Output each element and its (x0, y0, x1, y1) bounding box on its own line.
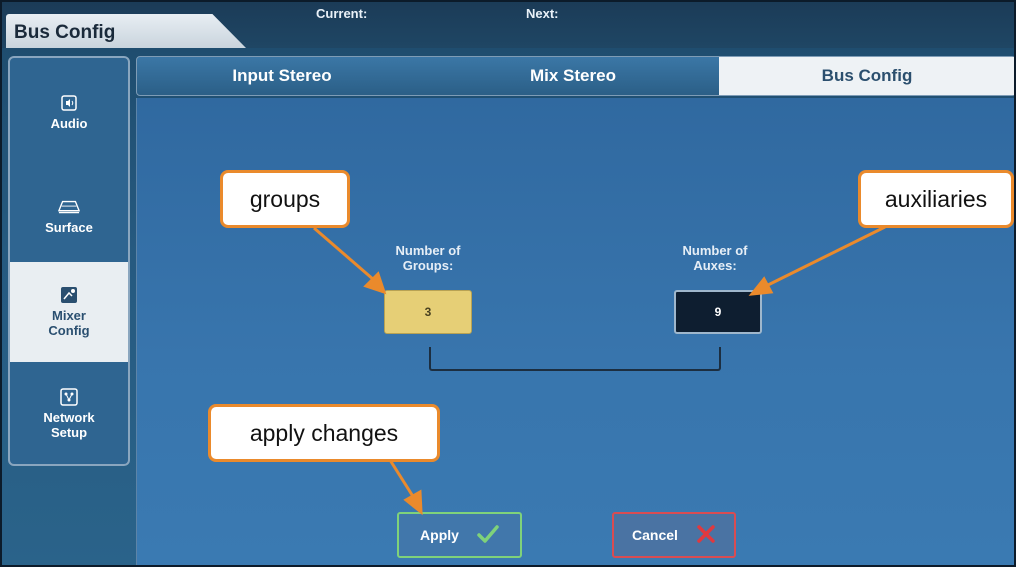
annotation-arrows (313, 225, 886, 516)
groups-callout: groups (220, 170, 350, 228)
auxiliaries-callout: auxiliaries (858, 170, 1014, 228)
apply-changes-callout: apply changes (208, 404, 440, 462)
mixer-screen: Current: Next: Bus Config Audio Surface … (0, 0, 1016, 567)
